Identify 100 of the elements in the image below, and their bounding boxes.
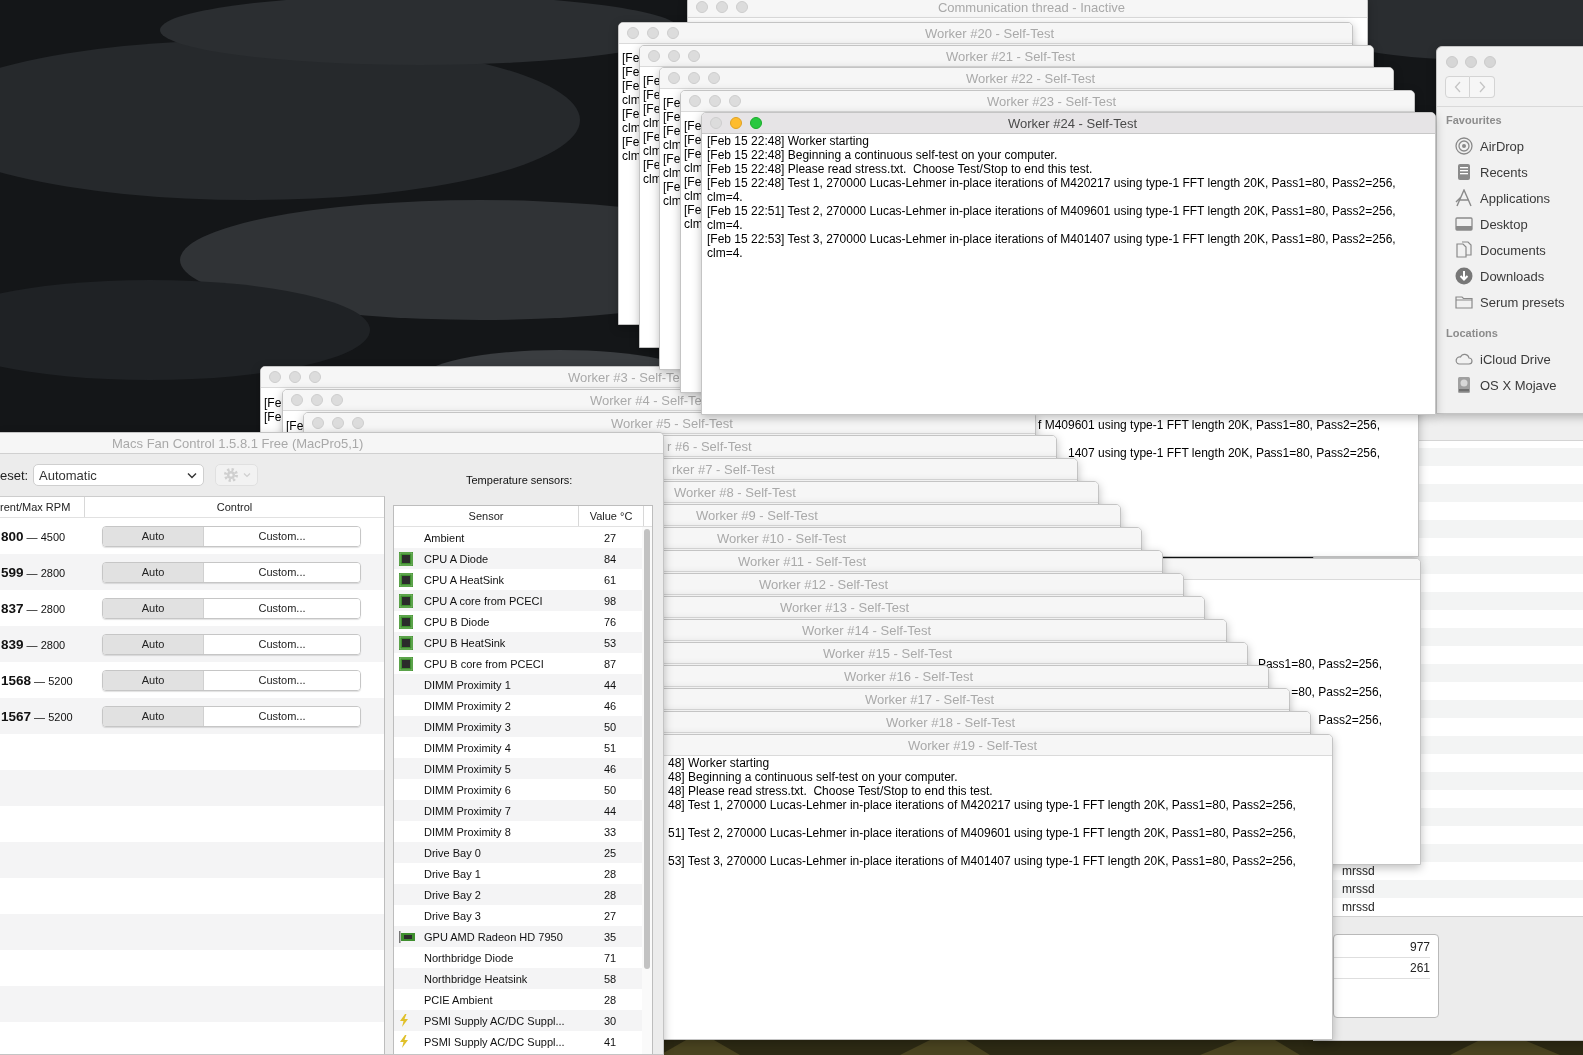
zoom-button[interactable] [1484, 56, 1496, 68]
sensor-name: Drive Bay 0 [424, 846, 482, 859]
column-header[interactable]: Control [85, 497, 384, 517]
window-title: Worker #11 - Self-Test [738, 553, 867, 569]
sensor-name: CPU A core from PCECI [424, 594, 544, 607]
column-header[interactable]: rent/Max RPM [0, 497, 85, 517]
mode-segment[interactable]: Auto [103, 598, 204, 618]
sidebar-item[interactable]: Downloads [1446, 263, 1583, 289]
fan-speed: 1568 — 5200 [0, 672, 74, 688]
log-line: 53] Test 3, 270000 Lucas-Lehmer in-place iterations of M401407 using type-1 FFT length 20K, Pass1=80, Pass2=256, [668, 854, 1296, 868]
zoom-button[interactable] [750, 117, 762, 129]
mode-segment[interactable]: Auto [103, 562, 204, 582]
window-title: Worker #8 - Self-Test [674, 484, 796, 500]
minimize-button[interactable] [1465, 56, 1477, 68]
stat-value: 261 [1409, 961, 1430, 975]
window-title: Worker #20 - Self-Test [923, 25, 1056, 41]
signal-rings-icon [1455, 137, 1473, 155]
mode-segment[interactable]: Custom... [204, 634, 360, 654]
window-title: Worker #9 - Self-Test [696, 507, 818, 523]
column-header[interactable]: Sensor [394, 506, 579, 526]
sidebar-item[interactable]: OS X Mojave [1446, 372, 1583, 398]
zoom-button[interactable] [729, 95, 741, 107]
sensor-value: 50 [602, 783, 618, 796]
close-button[interactable] [627, 27, 639, 39]
log-line: [Fe [264, 396, 282, 410]
minimize-button[interactable] [647, 27, 659, 39]
drafting-icon [1455, 189, 1473, 207]
sidebar-heading: Favourites [1446, 114, 1503, 128]
zoom-button[interactable] [309, 371, 321, 383]
sidebar-item[interactable]: Documents [1446, 237, 1583, 263]
mode-segment[interactable]: Auto [103, 706, 204, 726]
preset-dropdown[interactable]: Automatic [33, 464, 204, 486]
close-button[interactable] [668, 72, 680, 84]
close-button[interactable] [696, 1, 708, 13]
zoom-button[interactable] [352, 417, 364, 429]
zoom-button[interactable] [331, 394, 343, 406]
sidebar-item[interactable]: Serum presets [1446, 289, 1583, 315]
minimize-button[interactable] [709, 95, 721, 107]
chevron-down-icon [187, 471, 197, 479]
sidebar-item[interactable]: iCloud Drive [1446, 346, 1583, 372]
folder-icon [1455, 293, 1473, 311]
minimize-button[interactable] [668, 50, 680, 62]
sidebar-item[interactable]: Desktop [1446, 211, 1583, 237]
window-title: Communication thread - Inactive [936, 0, 1127, 15]
minimize-button[interactable] [332, 417, 344, 429]
zoom-button[interactable] [688, 50, 700, 62]
chip-icon [399, 593, 413, 608]
window-title: Macs Fan Control 1.5.8.1 Free (MacPro5,1) [112, 435, 364, 451]
mode-segment[interactable]: Auto [103, 526, 204, 546]
window-title: Worker #21 - Self-Test [944, 48, 1077, 64]
sidebar-item[interactable]: Applications [1446, 185, 1583, 211]
fan-speed: 1567 — 5200 [0, 708, 74, 724]
window-title: Worker #17 - Self-Test [865, 691, 995, 707]
mode-segment[interactable]: Custom... [204, 562, 360, 582]
close-button[interactable] [648, 50, 660, 62]
sidebar-heading: Locations [1446, 327, 1499, 341]
sensor-name: DIMM Proximity 5 [424, 762, 512, 775]
log-line: 1407 using type-1 FFT length 20K, Pass1=80, Pass2=256, [1068, 446, 1380, 460]
log-line: 48] Worker starting [668, 756, 770, 770]
settings-button[interactable] [215, 464, 258, 486]
mode-segment[interactable]: Custom... [204, 526, 360, 546]
sidebar-item[interactable]: Recents [1446, 159, 1583, 185]
sensor-name: PSMI Supply AC/DC Suppl... [424, 1035, 566, 1048]
close-button[interactable] [710, 117, 722, 129]
window-title: Worker #5 - Self-Test [611, 415, 733, 431]
zoom-button[interactable] [708, 72, 720, 84]
log-line: Pass2=256, [1318, 713, 1382, 727]
minimize-button[interactable] [289, 371, 301, 383]
close-button[interactable] [1446, 56, 1458, 68]
forward-button[interactable] [1470, 76, 1495, 98]
close-button[interactable] [312, 417, 324, 429]
mode-segment[interactable]: Auto [103, 670, 204, 690]
log-line: [Fe [286, 419, 304, 433]
minimize-button[interactable] [311, 394, 323, 406]
zoom-button[interactable] [736, 1, 748, 13]
close-button[interactable] [689, 95, 701, 107]
mode-segment[interactable]: Custom... [204, 706, 360, 726]
log-line: 48] Beginning a continuous self-test on your computer. [668, 770, 958, 784]
minimize-button[interactable] [716, 1, 728, 13]
sensor-value: 50 [602, 720, 618, 733]
close-button[interactable] [269, 371, 281, 383]
window-title: rker #7 - Self-Test [672, 461, 775, 477]
back-button[interactable] [1445, 76, 1470, 98]
window-title: Worker #3 - Self-Te [568, 369, 680, 385]
minimize-button[interactable] [688, 72, 700, 84]
mode-segment[interactable]: Auto [103, 634, 204, 654]
log-line: [Fe [643, 74, 661, 88]
zoom-button[interactable] [667, 27, 679, 39]
minimize-button[interactable] [730, 117, 742, 129]
mode-segment[interactable]: Custom... [204, 670, 360, 690]
sensor-value: 76 [602, 615, 618, 628]
close-button[interactable] [291, 394, 303, 406]
sensor-value: 27 [602, 531, 618, 544]
log-line: [Fe [663, 152, 681, 166]
column-header[interactable]: Value °C [579, 506, 644, 526]
mode-segment[interactable]: Custom... [204, 598, 360, 618]
log-line: [Fe [663, 124, 681, 138]
scrollbar[interactable] [644, 529, 650, 969]
sidebar-item[interactable]: AirDrop [1446, 133, 1583, 159]
tray-icon [1455, 163, 1473, 181]
